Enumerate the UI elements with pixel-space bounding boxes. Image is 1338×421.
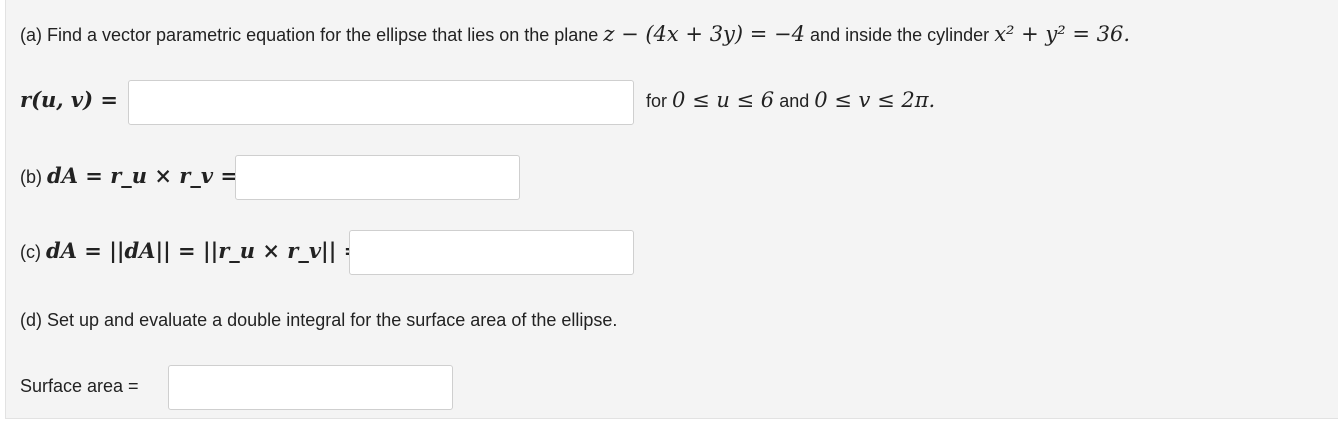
- cylinder-equation: x² + y² = 36.: [994, 22, 1131, 46]
- dA-magnitude-input[interactable]: [349, 230, 634, 275]
- r-label: r(u, v) =: [20, 87, 118, 112]
- v-range: 0 ≤ v ≤ 2π.: [814, 88, 936, 112]
- question-panel: [5, 0, 1338, 419]
- part-a-prompt: (a) Find a vector parametric equation fo…: [20, 22, 1130, 46]
- r-uv-input[interactable]: [128, 80, 634, 125]
- parameter-range: for 0 ≤ u ≤ 6 and 0 ≤ v ≤ 2π.: [646, 88, 935, 112]
- part-d-text: (d) Set up and evaluate a double integra…: [20, 310, 618, 330]
- part-a-text: (a) Find a vector parametric equation fo…: [20, 25, 599, 45]
- part-b-label: (b): [20, 167, 42, 187]
- part-d-prompt: (d) Set up and evaluate a double integra…: [20, 310, 617, 331]
- part-a-connector: and inside the cylinder: [810, 25, 990, 45]
- dA-vector-expression: dA = r_u × r_v =: [47, 163, 238, 188]
- dA-vector-input[interactable]: [235, 155, 520, 200]
- part-c-label-row: (c) dA = ||dA|| = ||r_u × r_v|| =: [20, 238, 361, 263]
- surface-area-input[interactable]: [168, 365, 453, 410]
- part-b-label-row: (b) dA = r_u × r_v =: [20, 163, 238, 188]
- part-c-label: (c): [20, 242, 41, 262]
- plane-equation: z − (4x + 3y) = −4: [603, 22, 806, 46]
- range-for: for: [646, 91, 668, 111]
- range-and: and: [779, 91, 810, 111]
- u-range: 0 ≤ u ≤ 6: [672, 88, 775, 112]
- r-label-text: r(u, v) =: [20, 87, 118, 112]
- surface-area-label-row: Surface area =: [20, 376, 139, 397]
- dA-magnitude-expression: dA = ||dA|| = ||r_u × r_v|| =: [46, 238, 362, 263]
- surface-area-label: Surface area =: [20, 376, 139, 396]
